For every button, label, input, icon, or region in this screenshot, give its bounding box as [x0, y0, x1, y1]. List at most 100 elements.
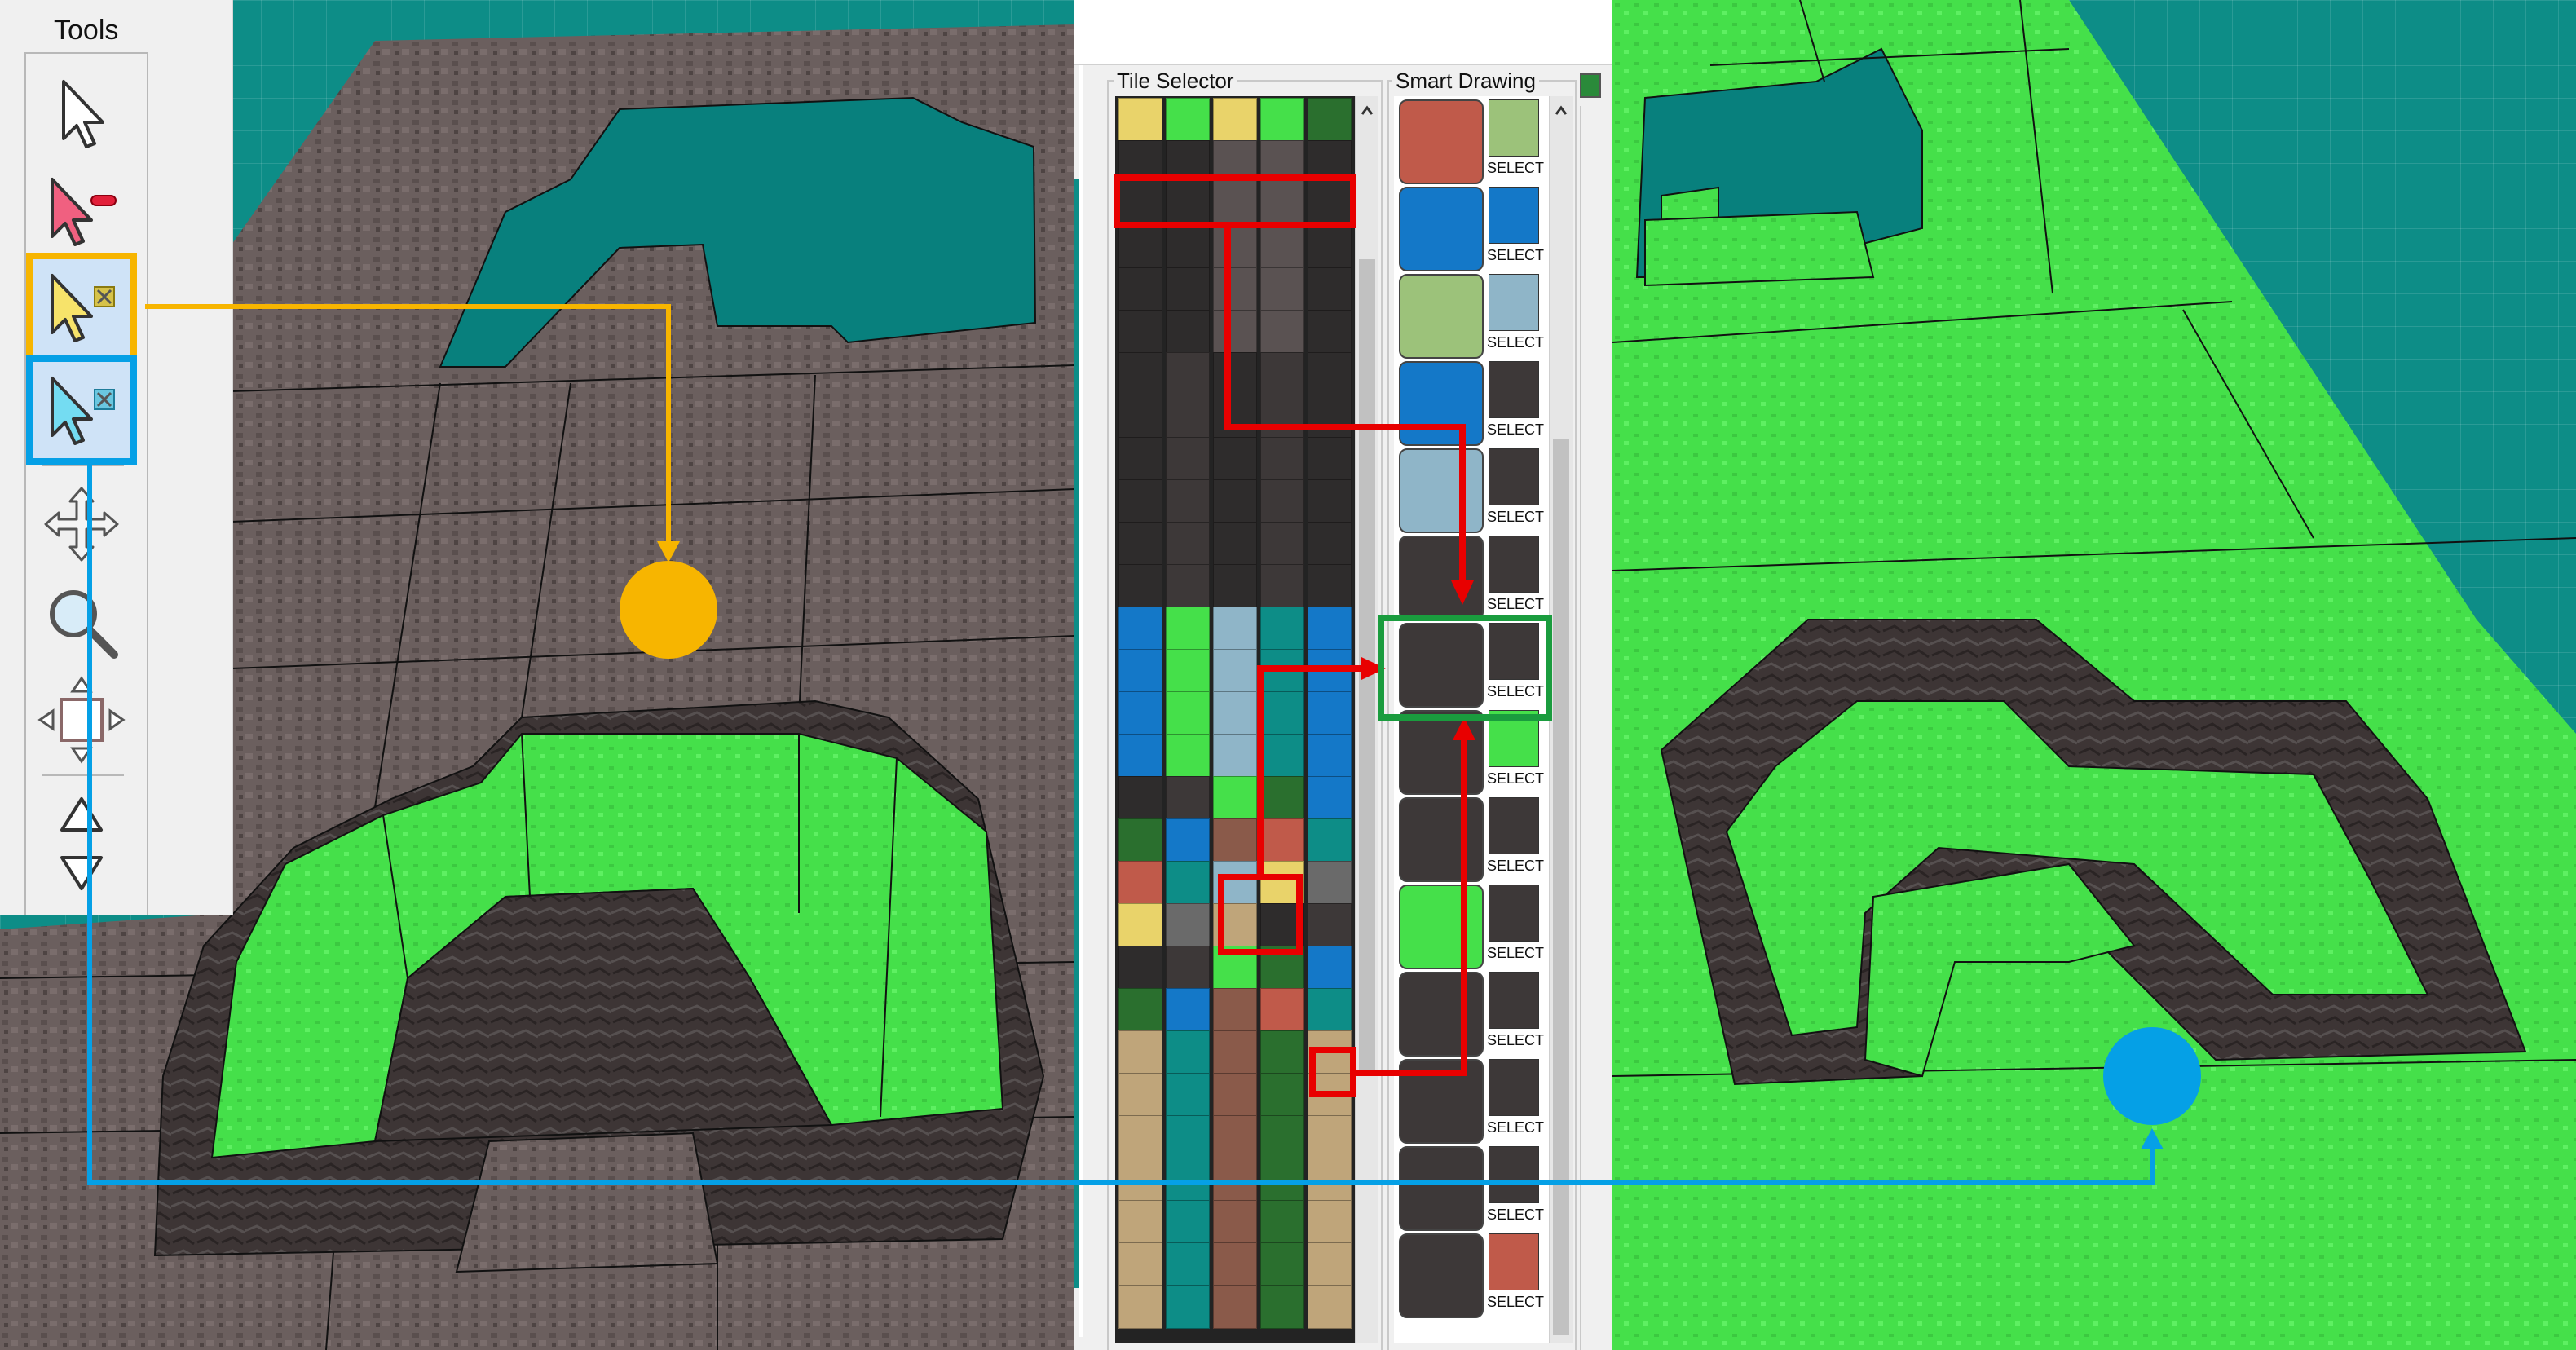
tile-swatch[interactable] [1166, 607, 1210, 651]
tile-swatch[interactable] [1308, 395, 1352, 439]
right-3d-viewport[interactable] [1612, 0, 2576, 1350]
tile-swatch[interactable] [1166, 1030, 1210, 1074]
smart-tile-preview[interactable] [1399, 1059, 1484, 1144]
tile-swatch[interactable] [1260, 649, 1304, 693]
tile-swatch[interactable] [1260, 946, 1304, 990]
tile-swatch[interactable] [1308, 1242, 1352, 1286]
tile-swatch[interactable] [1213, 1242, 1257, 1286]
tile-swatch[interactable] [1213, 1285, 1257, 1329]
tile-swatch[interactable] [1213, 267, 1257, 311]
tile-swatch[interactable] [1260, 1073, 1304, 1117]
smart-tile-small[interactable] [1489, 361, 1539, 418]
tile-swatch[interactable] [1260, 776, 1304, 820]
tile-swatch[interactable] [1308, 1115, 1352, 1159]
tile-swatch[interactable] [1308, 267, 1352, 311]
smart-tile-small[interactable] [1489, 536, 1539, 593]
smart-tile-preview[interactable] [1399, 1233, 1484, 1318]
tile-swatch[interactable] [1260, 564, 1304, 608]
tile-swatch[interactable] [1118, 1285, 1162, 1329]
tile-swatch[interactable] [1213, 861, 1257, 905]
tile-swatch[interactable] [1166, 310, 1210, 354]
tile-swatch[interactable] [1118, 352, 1162, 396]
smart-tile-select-label[interactable]: SELECT [1487, 334, 1544, 351]
tile-swatch[interactable] [1166, 267, 1210, 311]
tile-swatch[interactable] [1213, 479, 1257, 523]
smart-tile-select-label[interactable]: SELECT [1487, 596, 1544, 613]
tile-selector-scroll-thumb[interactable] [1359, 259, 1375, 1074]
tile-swatch[interactable] [1166, 818, 1210, 862]
tile-swatch[interactable] [1166, 1073, 1210, 1117]
tile-swatch[interactable] [1213, 437, 1257, 481]
tile-swatch[interactable] [1118, 479, 1162, 523]
tile-swatch[interactable] [1260, 140, 1304, 184]
tile-swatch[interactable] [1308, 988, 1352, 1032]
select-remove-tool-button[interactable] [33, 163, 130, 259]
smart-tile-select-label[interactable]: SELECT [1487, 1032, 1544, 1049]
smart-tile-preview[interactable] [1399, 623, 1484, 708]
smart-tile-small[interactable] [1489, 1146, 1539, 1203]
tile-swatch[interactable] [1308, 903, 1352, 947]
tile-swatch[interactable] [1260, 1285, 1304, 1329]
tile-swatch[interactable] [1260, 437, 1304, 481]
tile-swatch[interactable] [1166, 140, 1210, 184]
tile-swatch[interactable] [1308, 352, 1352, 396]
smart-tile-small[interactable] [1489, 797, 1539, 854]
tile-swatch[interactable] [1308, 861, 1352, 905]
tile-swatch[interactable] [1213, 1073, 1257, 1117]
tile-swatch[interactable] [1118, 395, 1162, 439]
tile-swatch[interactable] [1308, 691, 1352, 735]
tile-swatch[interactable] [1118, 1073, 1162, 1117]
scroll-up-icon[interactable] [1356, 99, 1378, 122]
tile-swatch[interactable] [1213, 98, 1257, 142]
smart-tile-preview[interactable] [1399, 972, 1484, 1057]
tile-swatch[interactable] [1118, 861, 1162, 905]
tile-swatch[interactable] [1166, 861, 1210, 905]
smart-tile-small[interactable] [1489, 1233, 1539, 1290]
tile-swatch[interactable] [1308, 479, 1352, 523]
tile-swatch[interactable] [1213, 1200, 1257, 1244]
tile-swatch[interactable] [1260, 861, 1304, 905]
tile-swatch[interactable] [1118, 691, 1162, 735]
tile-swatch[interactable] [1308, 1073, 1352, 1117]
smart-tile-small[interactable] [1489, 623, 1539, 680]
tile-swatch[interactable] [1308, 1030, 1352, 1074]
tile-swatch[interactable] [1118, 946, 1162, 990]
tile-swatch[interactable] [1308, 522, 1352, 566]
tile-swatch[interactable] [1213, 310, 1257, 354]
tile-swatch[interactable] [1213, 1115, 1257, 1159]
tile-swatch[interactable] [1118, 1200, 1162, 1244]
tile-selector-scrollbar[interactable] [1355, 96, 1378, 1343]
tile-swatch[interactable] [1308, 437, 1352, 481]
tile-swatch[interactable] [1308, 1158, 1352, 1202]
tile-swatch[interactable] [1166, 988, 1210, 1032]
select-blue-tool-button[interactable] [26, 355, 137, 465]
tile-swatch[interactable] [1260, 479, 1304, 523]
tile-swatch[interactable] [1166, 1115, 1210, 1159]
smart-tile-select-label[interactable]: SELECT [1487, 683, 1544, 700]
tile-swatch[interactable] [1166, 564, 1210, 608]
smart-tile-preview[interactable] [1399, 710, 1484, 795]
smart-tile-select-label[interactable]: SELECT [1487, 1294, 1544, 1311]
tile-swatch[interactable] [1118, 1158, 1162, 1202]
smart-tile-select-label[interactable]: SELECT [1487, 1119, 1544, 1136]
tile-swatch[interactable] [1213, 183, 1257, 227]
smart-tile-select-label[interactable]: SELECT [1487, 421, 1544, 439]
tile-swatch[interactable] [1213, 734, 1257, 778]
tile-swatch[interactable] [1260, 1200, 1304, 1244]
smart-tile-select-label[interactable]: SELECT [1487, 160, 1544, 177]
tile-swatch[interactable] [1166, 183, 1210, 227]
tile-swatch[interactable] [1166, 352, 1210, 396]
smart-tile-preview[interactable] [1399, 99, 1484, 184]
tile-swatch[interactable] [1213, 1158, 1257, 1202]
tile-swatch[interactable] [1213, 691, 1257, 735]
tile-swatch[interactable] [1260, 734, 1304, 778]
tile-swatch[interactable] [1166, 522, 1210, 566]
tile-swatch[interactable] [1308, 818, 1352, 862]
tile-swatch[interactable] [1213, 140, 1257, 184]
tile-swatch[interactable] [1118, 1115, 1162, 1159]
smart-tile-small[interactable] [1489, 1059, 1539, 1116]
tile-swatch[interactable] [1166, 1158, 1210, 1202]
tile-swatch[interactable] [1213, 522, 1257, 566]
tile-swatch[interactable] [1118, 607, 1162, 651]
tile-swatch[interactable] [1308, 225, 1352, 269]
